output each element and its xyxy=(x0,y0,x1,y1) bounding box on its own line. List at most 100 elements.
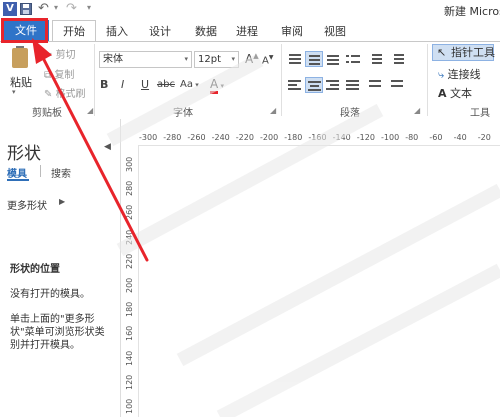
paragraph-group-label: 段落 xyxy=(340,108,360,119)
v-ruler-tick-label: 140 xyxy=(125,350,134,366)
h-ruler-tick-label: -280 xyxy=(163,133,182,142)
align-middle-icon[interactable] xyxy=(305,51,323,67)
h-ruler-tick-label: -240 xyxy=(211,133,230,142)
dialog-launcher-icon[interactable]: ◢ xyxy=(87,106,93,115)
v-ruler-tick-label: 120 xyxy=(125,374,134,390)
clipboard-group-label: 剪贴板 xyxy=(32,108,62,119)
change-case-button[interactable]: Aa ▾ xyxy=(180,79,199,90)
strikethrough-button[interactable]: abc xyxy=(157,79,175,90)
h-ruler-tick-label: -200 xyxy=(260,133,279,142)
chevron-left-icon[interactable]: ◀ xyxy=(104,142,111,152)
align-top-icon[interactable] xyxy=(286,51,304,67)
h-ruler-tick-label: -220 xyxy=(235,133,254,142)
cursor-arrow-icon: ↖ xyxy=(437,46,447,59)
tab-data[interactable]: 数据 xyxy=(189,23,223,41)
italic-button[interactable]: I xyxy=(121,78,124,91)
align-right-icon[interactable] xyxy=(324,77,342,93)
v-ruler-tick-label: 200 xyxy=(125,277,134,293)
underline-button[interactable]: U xyxy=(141,78,149,91)
tab-stencils[interactable]: 模具 xyxy=(7,165,27,180)
chevron-down-icon[interactable]: ▾ xyxy=(54,3,58,12)
pointer-tool-label: 指针工具 xyxy=(451,46,495,59)
line-spacing-icon[interactable] xyxy=(388,77,406,93)
dialog-launcher-icon[interactable]: ◢ xyxy=(270,106,276,115)
copy-label: 复制 xyxy=(54,70,75,81)
chevron-down-icon: ▾ xyxy=(184,55,188,63)
font-size-dropdown[interactable]: 12pt ▾ xyxy=(194,51,239,68)
dialog-launcher-icon[interactable]: ◢ xyxy=(414,106,420,115)
cut-label: 剪切 xyxy=(55,50,76,61)
h-ruler-tick-label: -300 xyxy=(139,133,158,142)
increase-indent-icon[interactable] xyxy=(388,51,406,67)
v-ruler-tick-label: 240 xyxy=(125,229,134,245)
format-painter-label: 格式刷 xyxy=(55,89,86,100)
connector-icon: ⤷ xyxy=(438,68,445,81)
text-tool-icon: A xyxy=(438,87,447,100)
tab-home[interactable]: 开始 xyxy=(52,20,96,42)
copy-button[interactable]: ⧉ 复制 xyxy=(44,66,74,81)
window-title: 新建 Micros xyxy=(444,5,500,18)
chevron-down-icon[interactable]: ▾ xyxy=(12,88,16,96)
visio-app-icon[interactable]: V xyxy=(3,2,17,16)
text-tool-label: 文本 xyxy=(450,87,473,100)
tab-search[interactable]: 搜索 xyxy=(51,165,71,180)
decrease-indent-icon[interactable] xyxy=(366,51,384,67)
tools-group-label: 工具 xyxy=(470,108,490,119)
no-stencil-message: 没有打开的模具。 xyxy=(10,289,90,300)
justify-icon[interactable] xyxy=(344,77,362,93)
tab-design[interactable]: 设计 xyxy=(143,23,177,41)
v-ruler-tick-label: 300 xyxy=(125,156,134,172)
font-color-button[interactable]: A ▾ xyxy=(210,77,224,94)
drawing-canvas[interactable] xyxy=(121,119,500,417)
group-divider xyxy=(427,44,428,116)
h-ruler-tick-label: -20 xyxy=(477,133,491,142)
redo-icon[interactable]: ↷ xyxy=(66,1,77,16)
group-divider xyxy=(94,44,95,116)
undo-icon[interactable]: ↶ xyxy=(38,1,49,16)
connector-label: 连接线 xyxy=(447,68,481,81)
tab-insert[interactable]: 插入 xyxy=(100,23,134,41)
v-ruler-tick-label: 220 xyxy=(125,253,134,269)
chevron-down-icon: ▾ xyxy=(231,55,235,63)
tab-divider xyxy=(40,165,41,177)
highlight-box xyxy=(1,18,48,43)
format-painter-button[interactable]: ✎ 格式刷 xyxy=(44,85,86,100)
tab-review[interactable]: 审阅 xyxy=(275,23,309,41)
paste-icon[interactable] xyxy=(12,48,28,68)
text-direction-icon[interactable] xyxy=(366,77,384,93)
v-ruler-tick-label: 100 xyxy=(125,398,134,414)
chevron-right-icon[interactable]: ▶ xyxy=(59,197,65,206)
text-tool-button[interactable]: A 文本 xyxy=(438,85,472,101)
bullets-icon[interactable] xyxy=(344,51,362,67)
v-ruler-tick-label: 280 xyxy=(125,180,134,197)
h-ruler-tick-label: -40 xyxy=(453,133,467,142)
grow-font-button[interactable]: A▲ xyxy=(245,52,259,66)
more-shapes-menu[interactable]: 更多形状 xyxy=(7,197,47,212)
connector-button[interactable]: ⤷ 连接线 xyxy=(438,66,481,82)
v-ruler-tick-label: 260 xyxy=(125,205,134,221)
group-divider xyxy=(281,44,282,116)
pointer-tool-button[interactable]: ↖ 指针工具 xyxy=(432,44,495,61)
shape-location-heading: 形状的位置 xyxy=(10,264,60,275)
customize-qat-icon[interactable]: ▾ xyxy=(87,3,91,12)
h-ruler-tick-label: -260 xyxy=(187,133,206,142)
cut-button[interactable]: ✂ 剪切 xyxy=(44,46,76,61)
v-ruler-tick-label: 180 xyxy=(125,301,134,318)
active-tab-underline xyxy=(7,179,29,181)
v-ruler-tick-label: 160 xyxy=(125,326,134,342)
align-center-icon[interactable] xyxy=(305,77,323,93)
font-group-label: 字体 xyxy=(173,108,193,119)
bold-button[interactable]: B xyxy=(100,78,108,91)
align-left-icon[interactable] xyxy=(286,77,304,93)
font-size-value: 12pt xyxy=(198,54,221,65)
tab-view[interactable]: 视图 xyxy=(318,23,352,41)
h-ruler-tick-label: -80 xyxy=(405,133,419,142)
tab-process[interactable]: 进程 xyxy=(230,23,264,41)
font-name-dropdown[interactable]: 宋体 ▾ xyxy=(99,51,192,68)
shapes-panel-title: 形状 xyxy=(7,144,41,164)
save-icon[interactable] xyxy=(20,3,32,15)
h-ruler-tick-label: -160 xyxy=(308,133,327,142)
h-ruler-tick-label: -140 xyxy=(332,133,351,142)
align-bottom-icon[interactable] xyxy=(324,51,342,67)
shrink-font-button[interactable]: A▼ xyxy=(262,54,273,66)
